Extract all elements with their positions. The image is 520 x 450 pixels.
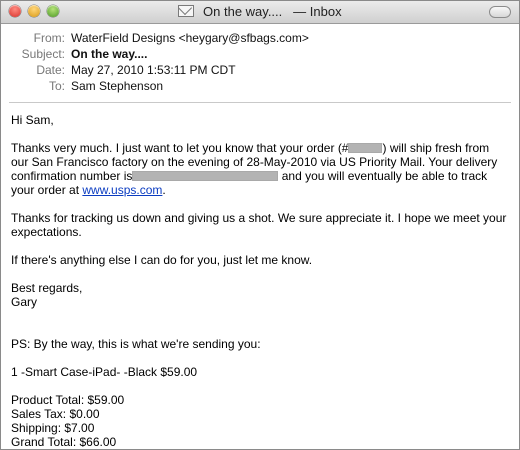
from-value[interactable]: WaterField Designs <heygary@sfbags.com> <box>71 30 309 46</box>
subject-value: On the way.... <box>71 47 148 61</box>
date-value: May 27, 2010 1:53:11 PM CDT <box>71 63 236 77</box>
window-title-dash: — <box>293 4 310 19</box>
date-label: Date: <box>36 63 65 77</box>
to-label: To: <box>48 79 65 93</box>
from-row: From: WaterField Designs <heygary@sfbags… <box>13 30 507 46</box>
paragraph-thanks: Thanks for tracking us down and giving u… <box>11 211 507 239</box>
order-text-part-1: Thanks very much. I just want to let you… <box>11 141 349 155</box>
shipping-cost: Shipping: $7.00 <box>11 421 95 435</box>
subject-row: Subject: On the way.... <box>13 46 507 62</box>
signoff-text: Best regards, <box>11 281 83 295</box>
to-row: To: Sam Stephenson <box>13 78 507 94</box>
order-totals: Product Total: $59.00 Sales Tax: $0.00 S… <box>11 393 509 449</box>
greeting-text: Hi Sam, <box>11 113 54 127</box>
from-label: From: <box>33 31 65 45</box>
paragraph-anything-else: If there's anything else I can do for yo… <box>11 253 313 267</box>
envelope-icon <box>178 5 195 17</box>
message-headers: From: WaterField Designs <heygary@sfbags… <box>1 24 519 94</box>
redacted-confirmation-number <box>132 171 279 181</box>
to-value[interactable]: Sam Stephenson <box>71 78 163 94</box>
signature-block: Best regards, Gary <box>11 281 509 309</box>
date-row: Date: May 27, 2010 1:53:11 PM CDT <box>13 62 507 78</box>
sales-tax: Sales Tax: $0.00 <box>11 407 100 421</box>
title-bar[interactable]: On the way.... — Inbox <box>1 1 519 24</box>
mail-window: On the way.... — Inbox From: WaterField … <box>0 0 520 450</box>
ps-text: PS: By the way, this is what we're sendi… <box>11 337 261 351</box>
order-item-line: 1 -Smart Case-iPad- -Black $59.00 <box>11 365 198 379</box>
grand-total: Grand Total: $66.00 <box>11 435 117 449</box>
usps-link[interactable]: www.usps.com <box>82 183 162 197</box>
redacted-order-number <box>348 143 383 153</box>
window-title-text: On the way.... <box>203 4 283 19</box>
message-body: Hi Sam, Thanks very much. I just want to… <box>1 103 519 449</box>
toolbar-toggle-button[interactable] <box>489 6 511 18</box>
subject-label: Subject: <box>21 47 65 61</box>
product-total: Product Total: $59.00 <box>11 393 125 407</box>
window-folder-text: Inbox <box>309 4 342 19</box>
paragraph-order-info: Thanks very much. I just want to let you… <box>11 141 509 197</box>
order-text-part-4: . <box>162 183 166 197</box>
signature-name: Gary <box>11 295 38 309</box>
window-title: On the way.... — Inbox <box>1 4 519 19</box>
